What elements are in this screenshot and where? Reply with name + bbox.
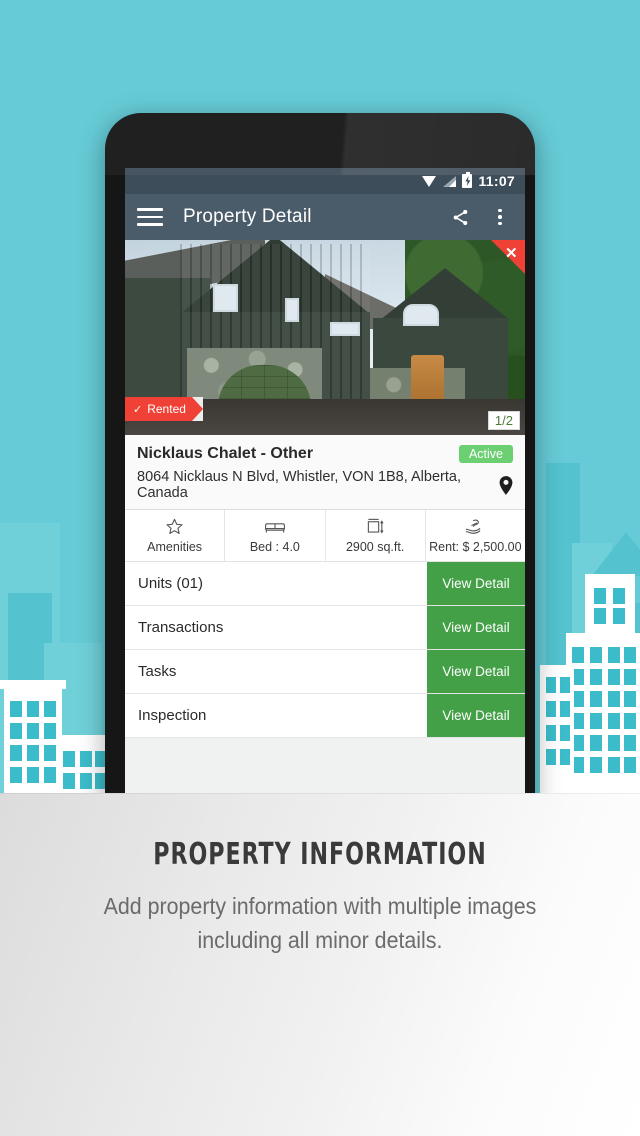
caption-panel: PROPERTY INFORMATION Add property inform… [0,793,640,1136]
rented-label: Rented [147,402,186,416]
row-label: Transactions [138,619,224,636]
hamburger-menu-icon[interactable] [137,208,163,226]
property-name: Nicklaus Chalet - Other [137,445,314,462]
row-label: Tasks [138,663,177,680]
view-detail-button[interactable]: View Detail [427,650,525,693]
list-item[interactable]: Units (01) View Detail [125,562,525,606]
detail-rows-list: Units (01) View Detail Transactions View… [125,562,525,808]
close-icon[interactable]: ✕ [491,240,525,274]
stat-bed[interactable]: Bed : 4.0 [225,510,326,561]
view-detail-button[interactable]: View Detail [427,606,525,649]
star-icon [127,516,222,537]
stat-label: 2900 sq.ft. [345,540,405,554]
stat-amenities[interactable]: Amenities [125,510,226,561]
property-address: 8064 Nicklaus N Blvd, Whistler, VON 1B8,… [137,469,461,501]
page-title: Property Detail [183,206,312,227]
skyline-building-right-crown [585,574,635,636]
app-toolbar: Property Detail [125,194,525,240]
phone-screen: 11:07 Property Detail ✕ ✓ Rented 1/2 Nic… [125,168,525,813]
stat-label: Bed : 4.0 [249,540,300,554]
bed-icon [227,516,322,537]
row-label: Inspection [138,707,207,724]
wifi-icon [422,175,437,187]
caption-line-2: including all minor details. [197,927,443,953]
caption-divider [0,793,640,794]
map-pin-icon[interactable] [499,475,513,495]
stat-label: Rent: $ 2,500.00 [429,540,522,554]
photo-gable-right [380,268,510,320]
view-detail-button[interactable]: View Detail [427,562,525,605]
status-badge: Active [458,445,513,463]
skyline-building-right-tall [566,633,640,793]
image-counter: 1/2 [487,411,520,430]
signal-icon [443,175,457,187]
skyline-building-left-cap [0,680,66,689]
list-item[interactable]: Inspection View Detail [125,694,525,738]
skyline-building-left-short [56,735,110,793]
check-icon: ✓ [133,403,143,416]
caption-title: PROPERTY INFORMATION [153,837,487,872]
phone-mockup: 11:07 Property Detail ✕ ✓ Rented 1/2 Nic… [105,113,535,813]
photo-window [213,284,238,312]
skyline-far-peak [592,532,640,576]
status-bar-clock: 11:07 [478,173,515,189]
more-vertical-icon[interactable] [487,204,513,230]
view-detail-button[interactable]: View Detail [427,694,525,737]
property-summary-card: Nicklaus Chalet - Other Active 8064 Nick… [125,435,525,510]
skyline-building-right-mid [540,665,574,793]
area-icon [328,516,423,537]
photo-window [285,298,299,322]
android-status-bar: 11:07 [125,168,525,194]
caption-subtitle: Add property information with multiple i… [0,889,640,957]
caption-line-1: Add property information with multiple i… [103,893,537,919]
photo-window [330,322,360,336]
stat-area[interactable]: 2900 sq.ft. [326,510,426,561]
property-photo[interactable]: ✕ ✓ Rented 1/2 [125,240,525,435]
stat-label: Amenities [147,540,203,554]
stat-rent[interactable]: Rent: $ 2,500.00 [426,510,525,561]
list-item[interactable]: Transactions View Detail [125,606,525,650]
photo-window [403,304,439,326]
skyline-building-left-tall [4,685,62,793]
row-label: Units (01) [138,575,204,592]
money-hand-icon [428,516,523,537]
battery-charging-icon [462,172,473,188]
status-badge-rented: ✓ Rented [125,397,203,421]
list-item[interactable]: Tasks View Detail [125,650,525,694]
screen-glare [105,113,535,175]
share-icon[interactable] [447,204,473,230]
property-stats-row: Amenities Bed : 4.0 2900 sq.ft. Rent: $ … [125,510,525,562]
